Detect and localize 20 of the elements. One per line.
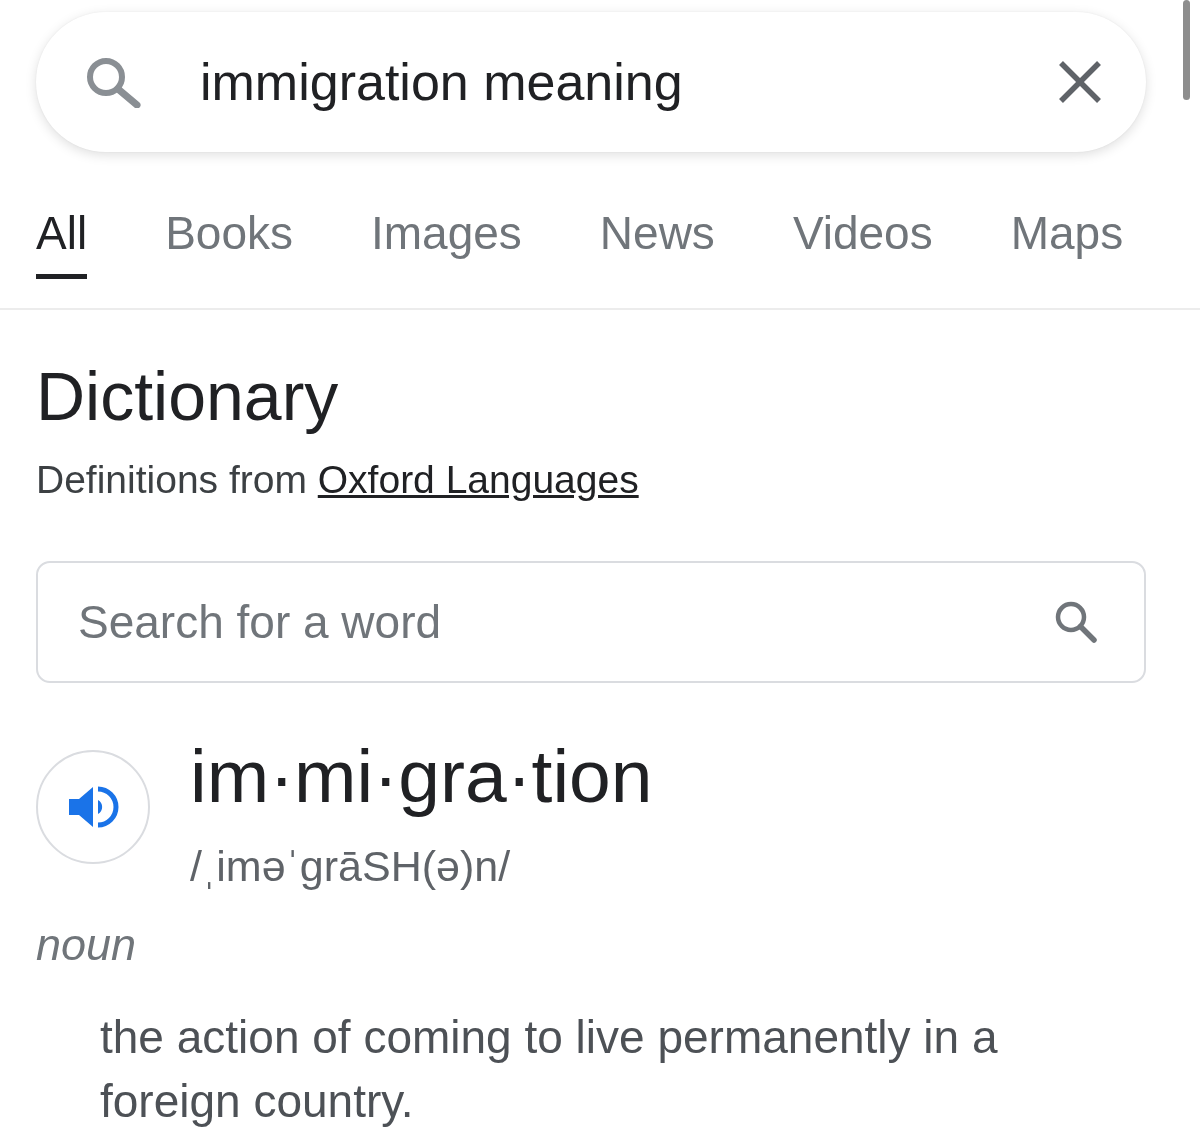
tab[interactable]: All bbox=[36, 206, 88, 279]
part-of-speech: noun bbox=[36, 918, 138, 972]
source-line: Definitions from Oxford Languages bbox=[36, 457, 640, 503]
pronunciation: /ˌiməˈgrāSH(ə)n/ bbox=[190, 841, 512, 892]
close-icon bbox=[1058, 60, 1102, 104]
section-title: Dictionary bbox=[36, 357, 340, 436]
tab[interactable]: Videos bbox=[792, 206, 933, 279]
tab[interactable]: Images bbox=[371, 206, 522, 279]
search-icon[interactable] bbox=[1054, 600, 1098, 644]
headword: im·mi·gra·tion bbox=[190, 733, 653, 819]
close-button[interactable] bbox=[1058, 60, 1102, 104]
search-icon bbox=[85, 56, 141, 108]
search-bar[interactable]: immigration meaning bbox=[36, 12, 1146, 152]
source-link[interactable]: Oxford Languages bbox=[317, 458, 639, 501]
tab[interactable]: News bbox=[599, 206, 715, 279]
word-search-field[interactable]: Search for a word bbox=[36, 561, 1146, 683]
definition-text: the action of coming to live permanently in a foreign country. bbox=[100, 1010, 999, 1129]
tab[interactable]: Books bbox=[165, 206, 293, 279]
tab[interactable]: Maps bbox=[1010, 206, 1124, 279]
scrollbar-thumb[interactable] bbox=[1183, 0, 1190, 100]
